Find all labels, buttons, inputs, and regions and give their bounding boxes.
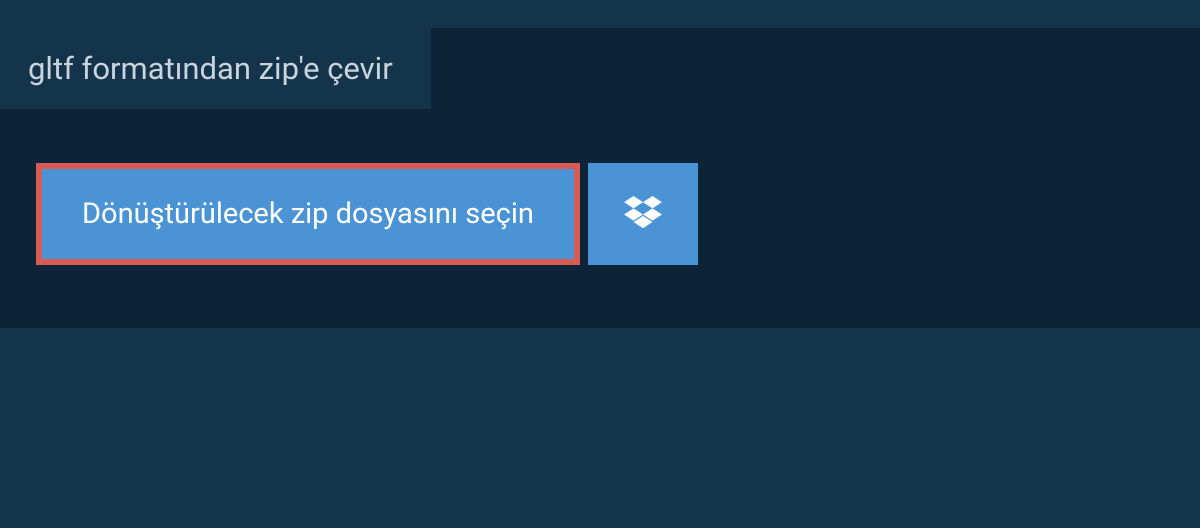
dropbox-icon: [624, 196, 662, 232]
tab-active[interactable]: gltf formatından zip'e çevir: [0, 28, 431, 109]
button-row: Dönüştürülecek zip dosyasını seçin: [36, 163, 698, 265]
select-file-button[interactable]: Dönüştürülecek zip dosyasını seçin: [36, 163, 580, 265]
tab-label: gltf formatından zip'e çevir: [28, 50, 393, 87]
select-file-label: Dönüştürülecek zip dosyasını seçin: [82, 197, 534, 231]
converter-panel: gltf formatından zip'e çevir Dönüştürüle…: [0, 28, 1200, 328]
dropbox-button[interactable]: [588, 163, 698, 265]
